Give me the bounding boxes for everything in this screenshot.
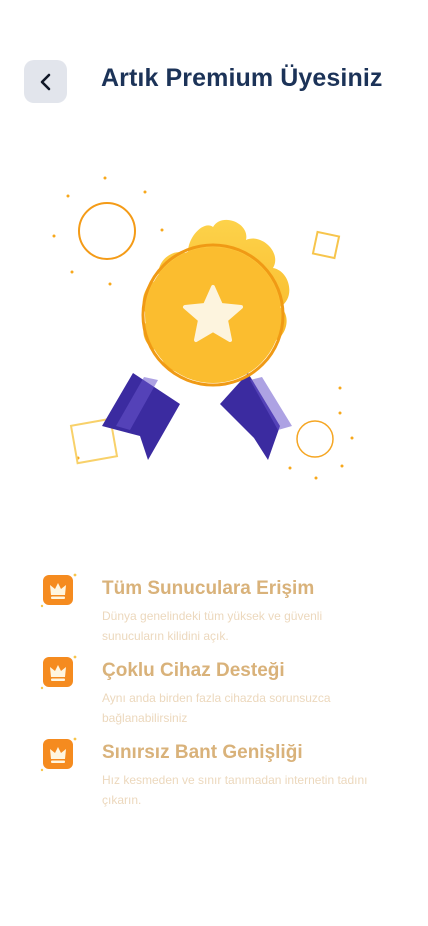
feature-item: Sınırsız Bant Genişliği Hız kesmeden ve …	[40, 736, 400, 818]
crown-icon	[40, 737, 77, 772]
feature-list: Tüm Sunuculara Erişim Dünya genelindeki …	[40, 572, 400, 818]
feature-title: Tüm Sunuculara Erişim	[102, 578, 315, 599]
feature-description: Hız kesmeden ve sınır tanımadan internet…	[102, 773, 368, 807]
crown-icon	[40, 655, 77, 690]
orange-ring-decor-2	[296, 420, 334, 458]
premium-badge-illustration	[40, 168, 370, 488]
chevron-left-icon	[40, 73, 50, 90]
page-title: Artık Premium Üyesiniz	[101, 64, 383, 92]
feature-title: Sınırsız Bant Genişliği	[102, 742, 303, 763]
feature-description: Dünya genelindeki tüm yüksek ve güvenli …	[102, 609, 323, 643]
premium-badge-star-icon	[52, 176, 354, 480]
orange-ring-decor	[78, 202, 136, 260]
feature-item: Tüm Sunuculara Erişim Dünya genelindeki …	[40, 572, 400, 654]
square-outline-decor	[311, 230, 341, 260]
feature-title: Çoklu Cihaz Desteği	[102, 660, 285, 681]
back-button[interactable]	[24, 60, 67, 103]
feature-item: Çoklu Cihaz Desteği Aynı anda birden faz…	[40, 654, 400, 736]
header: Artık Premium Üyesiniz	[0, 0, 428, 160]
crown-icon	[40, 573, 77, 608]
feature-description: Aynı anda birden fazla cihazda sorunsuzc…	[102, 691, 331, 725]
